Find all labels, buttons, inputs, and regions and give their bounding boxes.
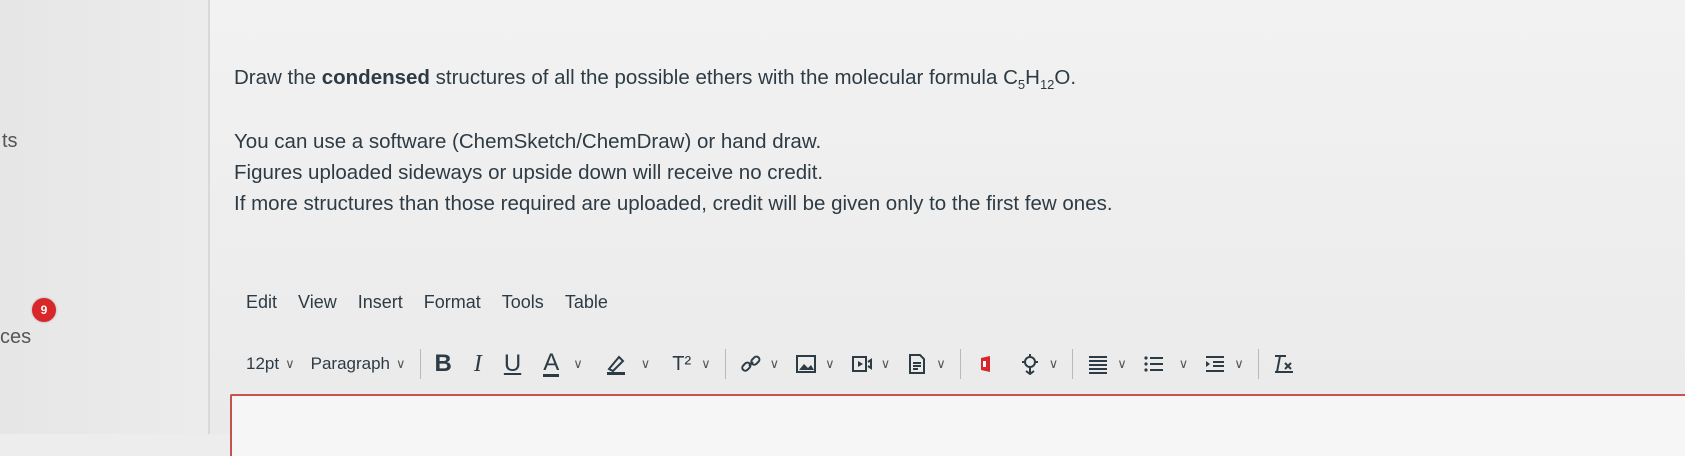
bold-button[interactable]: B [435, 350, 452, 378]
chevron-down-icon: ∨ [396, 356, 406, 371]
chevron-down-icon: ∨ [936, 356, 946, 371]
toolbar-divider [959, 349, 961, 379]
editor-menubar: Edit View Insert Format Tools Table [246, 292, 629, 313]
chevron-down-icon: ∨ [573, 356, 583, 371]
link-button[interactable]: ∨ [740, 353, 780, 375]
media-button[interactable]: ∨ [851, 353, 891, 375]
image-icon [796, 355, 817, 373]
menu-edit[interactable]: Edit [246, 292, 277, 313]
text-color-button[interactable]: A ∨ [543, 350, 583, 377]
image-button[interactable]: ∨ [795, 353, 835, 375]
highlight-color-button[interactable]: ∨ [605, 353, 651, 375]
chevron-down-icon: ∨ [285, 356, 295, 371]
app-plugin-icon [980, 356, 990, 372]
block-format-select[interactable]: Paragraph ∨ [311, 354, 406, 374]
document-button[interactable]: ∨ [906, 353, 946, 375]
chevron-down-icon: ∨ [880, 356, 891, 371]
menu-format[interactable]: Format [424, 292, 481, 313]
align-justify-icon [1089, 356, 1108, 374]
nav-item-fragment[interactable]: ces [0, 326, 31, 349]
chevron-down-icon: ∨ [701, 356, 711, 371]
instruction-line: You can use a software (ChemSketch/ChemD… [234, 130, 822, 154]
instruction-line: If more structures than those required a… [234, 192, 1113, 216]
menu-insert[interactable]: Insert [358, 292, 403, 313]
highlighter-icon [606, 355, 625, 375]
toolbar-divider [724, 349, 726, 379]
toolbar-divider [1257, 349, 1259, 379]
clear-formatting-button[interactable] [1273, 353, 1295, 375]
main-content: Draw the condensed structures of all the… [210, 0, 1685, 456]
chevron-down-icon: ∨ [1117, 356, 1127, 371]
instruction-line: Figures uploaded sideways or upside down… [234, 161, 824, 185]
chevron-down-icon: ∨ [1178, 356, 1189, 371]
font-size-select[interactable]: 12pt ∨ [246, 354, 295, 374]
list-button[interactable]: ∨ [1143, 353, 1189, 375]
menu-view[interactable]: View [298, 292, 337, 313]
plugin-button[interactable]: ∨ [1019, 353, 1059, 375]
document-icon [909, 354, 926, 374]
unread-badge: 9 [32, 298, 56, 322]
link-icon [740, 355, 761, 372]
indent-icon [1206, 356, 1225, 372]
chevron-down-icon: ∨ [825, 356, 835, 371]
plugin-icon [1021, 354, 1038, 375]
bullet-list-icon [1144, 356, 1163, 372]
toolbar-divider [1072, 349, 1074, 379]
apps-button[interactable] [975, 353, 997, 375]
toolbar-divider [419, 349, 421, 379]
editor-toolbar: 12pt ∨ Paragraph ∨ B I U A ∨ ∨ T² ∨ ∨ ∨ … [246, 344, 1295, 384]
menu-table[interactable]: Table [565, 292, 608, 313]
menu-tools[interactable]: Tools [502, 292, 544, 313]
italic-button[interactable]: I [474, 351, 482, 378]
superscript-button[interactable]: T² ∨ [672, 353, 710, 376]
nav-item-fragment[interactable]: ts [2, 130, 18, 153]
indent-button[interactable]: ∨ [1204, 353, 1244, 375]
chevron-down-icon: ∨ [769, 356, 780, 371]
chevron-down-icon: ∨ [1234, 356, 1244, 371]
underline-button[interactable]: U [504, 350, 521, 378]
chevron-down-icon: ∨ [1048, 356, 1059, 371]
align-button[interactable]: ∨ [1087, 353, 1127, 375]
rich-content-editor-area[interactable] [230, 394, 1685, 456]
clear-formatting-icon [1274, 355, 1293, 373]
question-prompt: Draw the condensed structures of all the… [234, 66, 1077, 93]
course-navigation: ts 9 ces [0, 0, 210, 434]
chevron-down-icon: ∨ [640, 356, 651, 371]
media-icon [851, 356, 872, 372]
question-text: Draw the condensed structures of all the… [234, 66, 1634, 219]
